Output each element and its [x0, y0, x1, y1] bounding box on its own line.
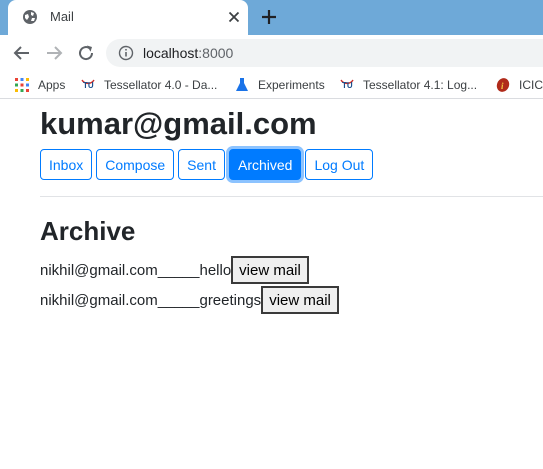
bookmark-icici[interactable]: i ICICI: [495, 76, 543, 94]
mail-summary: nikhil@gmail.com_____hello: [40, 261, 232, 279]
globe-icon: [23, 10, 37, 24]
back-arrow-icon[interactable]: [12, 43, 32, 63]
archived-button[interactable]: Archived: [228, 149, 302, 180]
url-host: localhost: [143, 45, 199, 61]
close-icon[interactable]: [226, 9, 242, 25]
archived-mail-list: nikhil@gmail.com_____hello view mail nik…: [40, 255, 339, 315]
flask-icon: [236, 78, 248, 91]
address-bar[interactable]: localhost:8000: [106, 39, 543, 67]
logout-button[interactable]: Log Out: [305, 149, 374, 180]
new-tab-plus-icon[interactable]: [259, 7, 279, 27]
browser-toolbar: localhost:8000: [0, 35, 543, 71]
bookmark-apps[interactable]: Apps: [14, 76, 65, 94]
bookmark-experiments[interactable]: Experiments: [234, 76, 325, 94]
list-item: nikhil@gmail.com_____hello view mail: [40, 255, 339, 285]
bookmarks-bar: Apps TU Tessellator 4.0 - Da... Experime…: [0, 71, 543, 99]
tessellator-logo-icon: TU: [340, 79, 354, 90]
bookmark-tessellator-4-1[interactable]: TU Tessellator 4.1: Log...: [339, 76, 477, 94]
info-icon[interactable]: [118, 45, 134, 61]
page-content: kumar@gmail.com Inbox Compose Sent Archi…: [0, 100, 543, 469]
svg-text:TU: TU: [342, 81, 353, 90]
bookmark-label: Tessellator 4.1: Log...: [363, 78, 478, 92]
view-mail-button[interactable]: view mail: [261, 286, 339, 314]
divider: [40, 196, 543, 197]
bookmark-label: ICICI: [519, 78, 543, 92]
bookmark-tessellator-4-0[interactable]: TU Tessellator 4.0 - Da...: [80, 76, 217, 94]
bookmark-label: Tessellator 4.0 - Da...: [104, 78, 218, 92]
list-item: nikhil@gmail.com_____greetings view mail: [40, 285, 339, 315]
view-mail-button[interactable]: view mail: [231, 256, 309, 284]
reload-icon[interactable]: [76, 43, 96, 63]
bookmark-label: Experiments: [258, 78, 325, 92]
svg-text:TU: TU: [83, 81, 94, 90]
bookmark-label: Apps: [38, 78, 66, 92]
url-text: localhost:8000: [143, 45, 233, 61]
tessellator-logo-icon: TU: [81, 79, 95, 90]
compose-button[interactable]: Compose: [96, 149, 175, 180]
mailbox-nav: Inbox Compose Sent Archived Log Out: [40, 149, 377, 180]
forward-arrow-icon[interactable]: [44, 43, 64, 63]
icici-logo-icon: i: [496, 78, 510, 92]
apps-grid-icon: [15, 78, 29, 92]
section-title: Archive: [40, 216, 136, 246]
url-port: :8000: [198, 45, 234, 61]
browser-tab[interactable]: Mail: [8, 0, 248, 35]
user-email-heading: kumar@gmail.com: [40, 106, 317, 141]
inbox-button[interactable]: Inbox: [40, 149, 93, 180]
tab-title: Mail: [50, 9, 74, 24]
sent-button[interactable]: Sent: [178, 149, 225, 180]
browser-tabstrip: Mail: [0, 0, 543, 35]
mail-summary: nikhil@gmail.com_____greetings: [40, 291, 262, 309]
